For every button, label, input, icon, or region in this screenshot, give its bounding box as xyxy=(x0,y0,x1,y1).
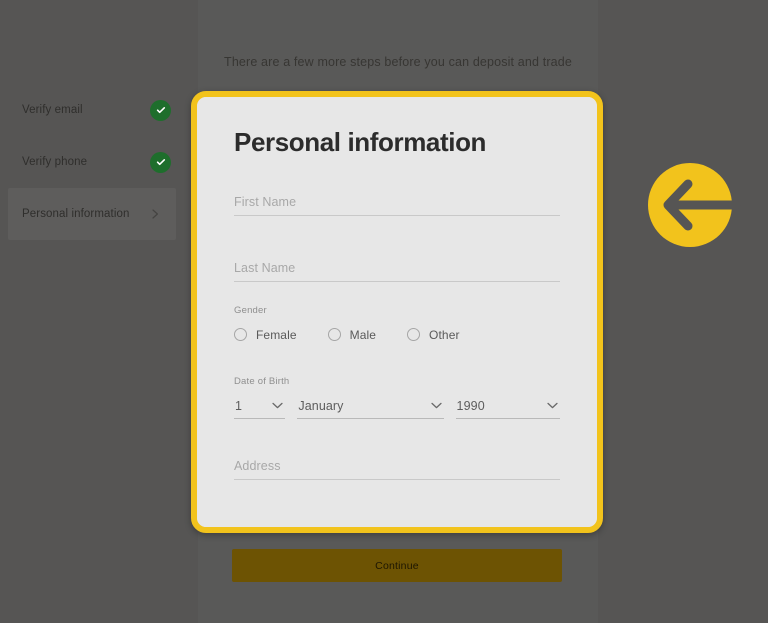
arrow-left-icon xyxy=(640,155,745,255)
radio-gender-female[interactable]: Female xyxy=(234,328,297,342)
check-circle-icon xyxy=(150,99,171,121)
screen-root: There are a few more steps before you ca… xyxy=(0,0,768,623)
radio-gender-other[interactable]: Other xyxy=(407,328,460,342)
sidebar-item-label: Verify phone xyxy=(22,156,88,168)
radio-circle-icon xyxy=(234,328,247,342)
radio-gender-male[interactable]: Male xyxy=(327,327,377,342)
dob-day-select[interactable]: 1 xyxy=(234,398,286,419)
dob-month-select[interactable]: January xyxy=(297,398,444,419)
date-of-birth-selects: 1 January 1990 xyxy=(234,399,560,419)
sidebar-item-verify-email[interactable]: Verify email xyxy=(0,84,185,136)
radio-circle-icon xyxy=(327,328,341,342)
address-placeholder: Address xyxy=(234,458,281,473)
page-title: Personal information xyxy=(234,127,487,157)
date-of-birth-group: Date of Birth 1 January 1990 xyxy=(234,376,560,419)
first-name-field[interactable]: First Name xyxy=(234,195,560,216)
last-name-field[interactable]: Last Name xyxy=(234,261,560,282)
personal-information-card: Personal information First Name Last Nam… xyxy=(191,91,603,533)
card-body: Personal information First Name Last Nam… xyxy=(197,97,597,527)
dob-year-value: 1990 xyxy=(456,398,485,413)
check-circle-icon xyxy=(150,151,171,173)
gender-group: Gender Female Male Other xyxy=(234,305,560,342)
last-name-placeholder: Last Name xyxy=(234,260,296,275)
date-of-birth-label: Date of Birth xyxy=(234,375,290,387)
first-name-placeholder: First Name xyxy=(234,194,297,209)
sidebar-item-label: Verify email xyxy=(22,104,83,116)
address-field[interactable]: Address xyxy=(234,459,560,480)
radio-label: Other xyxy=(429,327,460,342)
radio-circle-icon xyxy=(407,328,421,342)
chevron-right-icon xyxy=(148,207,162,221)
gender-label: Gender xyxy=(234,304,267,316)
radio-label: Female xyxy=(256,327,297,342)
radio-label: Male xyxy=(349,327,377,342)
sidebar-item-label: Personal information xyxy=(22,208,130,220)
dob-day-value: 1 xyxy=(235,398,243,413)
dob-year-select[interactable]: 1990 xyxy=(455,398,560,419)
dob-month-value: January xyxy=(298,398,344,413)
chevron-down-icon xyxy=(430,402,442,409)
sidebar-item-personal-information[interactable]: Personal information xyxy=(8,188,176,240)
steps-sidebar: Verify email Verify phone Personal infor… xyxy=(0,84,185,240)
sidebar-item-verify-phone[interactable]: Verify phone xyxy=(0,136,185,188)
gender-radio-row: Female Male Other xyxy=(234,328,560,342)
continue-button[interactable]: Continue xyxy=(232,549,562,582)
chevron-down-icon xyxy=(272,402,284,409)
chevron-down-icon xyxy=(547,402,558,409)
